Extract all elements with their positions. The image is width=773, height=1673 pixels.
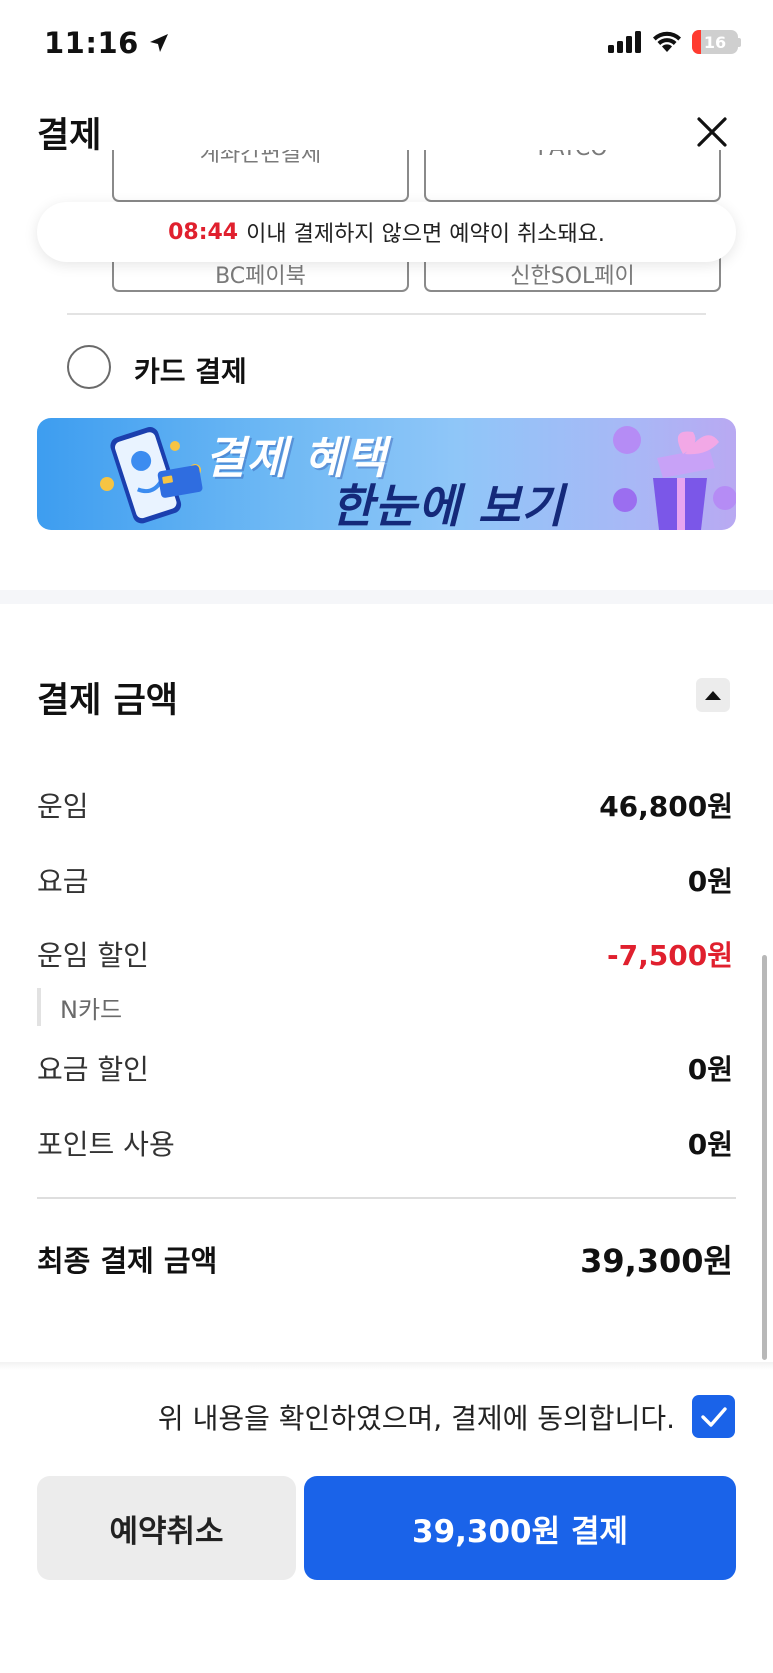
pay-button[interactable]: 39,300원 결제: [304, 1476, 736, 1580]
status-icons: 16: [608, 30, 741, 54]
card-payment-radio[interactable]: [67, 345, 111, 389]
battery-level: 16: [703, 32, 727, 52]
payment-option-b-label: PAYCO: [426, 150, 719, 161]
phone-card-illustration-icon: [100, 427, 203, 524]
final-amount-value: 39,300원: [580, 1242, 733, 1280]
fee-discount-value: 0원: [687, 1053, 733, 1086]
payment-option-c-label: BC페이북: [215, 264, 306, 289]
cellular-signal-icon: [608, 31, 641, 53]
card-payment-label[interactable]: 카드 결제: [134, 350, 247, 390]
fare-value: 46,800원: [599, 790, 733, 823]
bottom-panel-shadow: [0, 1362, 773, 1370]
collapse-button[interactable]: [696, 678, 730, 712]
location-arrow-icon: [149, 34, 168, 52]
discount-detail-label: N카드: [60, 996, 123, 1024]
fare-label: 운임: [37, 790, 89, 823]
amount-section-title: 결제 금액: [37, 681, 178, 721]
point-usage-value: 0원: [687, 1128, 733, 1161]
timer-message: 이내 결제하지 않으면 예약이 취소돼요.: [246, 222, 605, 247]
fare-discount-value: -7,500원: [607, 939, 733, 972]
payment-option-a[interactable]: 계좌간편결제: [112, 150, 409, 202]
section-separator: [0, 590, 773, 604]
divider: [67, 313, 706, 315]
banner-title-line2: 한눈에 보기: [331, 479, 565, 530]
agreement-checkbox[interactable]: [692, 1395, 735, 1438]
battery-icon: 16: [692, 30, 738, 54]
close-icon: [697, 117, 727, 147]
payment-option-a-label: 계좌간편결제: [199, 150, 322, 167]
gift-box-balloon-icon: [613, 426, 736, 530]
fee-value: 0원: [687, 865, 733, 898]
fare-discount-label: 운임 할인: [37, 939, 149, 972]
point-usage-label: 포인트 사용: [37, 1128, 175, 1161]
fee-discount-label: 요금 할인: [37, 1053, 149, 1086]
caret-up-icon: [705, 691, 721, 700]
fee-label: 요금: [37, 865, 89, 898]
agreement-text[interactable]: 위 내용을 확인하였으며, 결제에 동의합니다.: [158, 1397, 675, 1437]
page-title: 결제: [37, 116, 102, 156]
checkmark-icon: [700, 1406, 727, 1427]
divider: [37, 1197, 736, 1199]
timer-countdown: 08:44: [168, 219, 239, 245]
final-amount-label: 최종 결제 금액: [37, 1244, 218, 1278]
timer-toast: 08:44 이내 결제하지 않으면 예약이 취소돼요.: [37, 202, 736, 262]
close-button[interactable]: [690, 110, 734, 154]
scrollbar[interactable]: [762, 955, 767, 1360]
status-time: 11:16: [44, 26, 171, 60]
cancel-reservation-button[interactable]: 예약취소: [37, 1476, 296, 1580]
payment-benefits-banner[interactable]: 결제 혜택 한눈에 보기: [37, 418, 736, 530]
wifi-icon: [653, 31, 681, 52]
discount-detail-bar: [37, 988, 41, 1026]
payment-option-d-label: 신한SOL페이: [510, 264, 635, 289]
payment-option-b[interactable]: PAYCO: [424, 150, 721, 202]
